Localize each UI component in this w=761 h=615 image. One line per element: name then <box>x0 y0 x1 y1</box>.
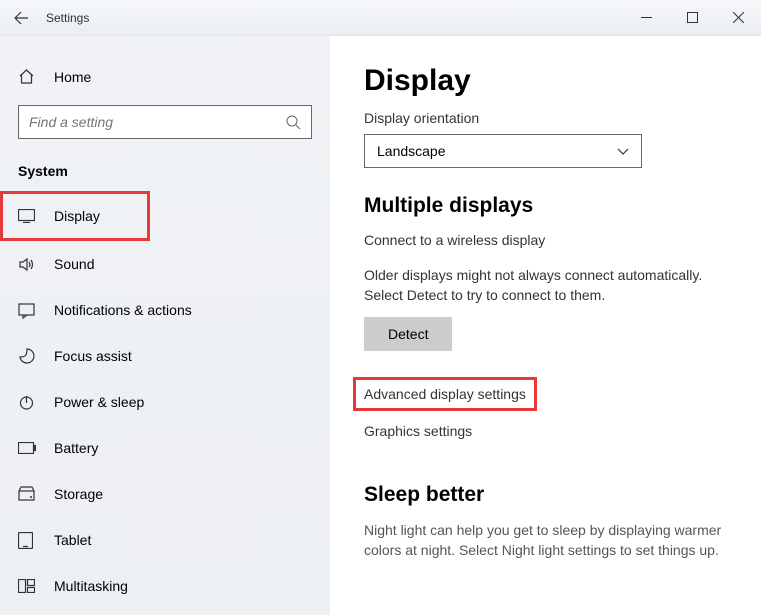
window-controls <box>623 0 761 36</box>
orientation-value: Landscape <box>377 143 446 159</box>
minimize-button[interactable] <box>623 0 669 36</box>
detect-description: Older displays might not always connect … <box>364 266 734 305</box>
power-icon <box>18 394 36 411</box>
battery-icon <box>18 442 36 454</box>
sidebar-item-focus-assist[interactable]: Focus assist <box>0 333 330 379</box>
multiple-displays-title: Multiple displays <box>364 194 737 218</box>
detect-button[interactable]: Detect <box>364 317 452 351</box>
sidebar-item-battery[interactable]: Battery <box>0 425 330 471</box>
back-button[interactable] <box>0 0 42 36</box>
nav-list: Display Sound Notifications & actions Fo… <box>0 191 330 609</box>
sidebar-item-power-sleep[interactable]: Power & sleep <box>0 379 330 425</box>
sidebar-item-label: Power & sleep <box>54 394 144 410</box>
sidebar-item-label: Storage <box>54 486 103 502</box>
sidebar-item-storage[interactable]: Storage <box>0 471 330 517</box>
sidebar-item-label: Notifications & actions <box>54 302 192 318</box>
maximize-button[interactable] <box>669 0 715 36</box>
notifications-icon <box>18 302 36 319</box>
search-field[interactable] <box>29 114 285 130</box>
sidebar-item-tablet[interactable]: Tablet <box>0 517 330 563</box>
sidebar-item-label: Sound <box>54 256 94 272</box>
storage-icon <box>18 486 36 503</box>
back-arrow-icon <box>13 10 29 26</box>
home-label: Home <box>54 69 91 85</box>
sidebar-item-label: Display <box>54 208 100 224</box>
close-icon <box>733 12 744 23</box>
sidebar-item-display[interactable]: Display <box>0 191 150 241</box>
sidebar: Home System Display Sound <box>0 36 330 615</box>
minimize-icon <box>641 12 652 23</box>
sound-icon <box>18 256 36 273</box>
advanced-display-settings-link[interactable]: Advanced display settings <box>353 377 537 411</box>
sidebar-item-sound[interactable]: Sound <box>0 241 330 287</box>
sidebar-item-label: Battery <box>54 440 98 456</box>
sidebar-item-notifications[interactable]: Notifications & actions <box>0 287 330 333</box>
tablet-icon <box>18 532 36 549</box>
page-title: Display <box>364 64 737 98</box>
orientation-select[interactable]: Landscape <box>364 134 642 168</box>
titlebar: Settings <box>0 0 761 36</box>
display-icon <box>18 209 36 223</box>
maximize-icon <box>687 12 698 23</box>
sidebar-item-multitasking[interactable]: Multitasking <box>0 563 330 609</box>
sidebar-item-label: Multitasking <box>54 578 128 594</box>
chevron-down-icon <box>617 148 629 155</box>
search-input[interactable] <box>18 105 312 139</box>
search-icon <box>285 114 301 130</box>
sleep-better-description: Night light can help you get to sleep by… <box>364 521 734 560</box>
focus-assist-icon <box>18 348 36 365</box>
graphics-settings-link[interactable]: Graphics settings <box>364 423 472 439</box>
home-icon <box>18 68 36 85</box>
close-button[interactable] <box>715 0 761 36</box>
sidebar-item-label: Focus assist <box>54 348 132 364</box>
wireless-display-link[interactable]: Connect to a wireless display <box>364 232 545 248</box>
home-nav[interactable]: Home <box>0 58 330 95</box>
sleep-better-title: Sleep better <box>364 483 737 507</box>
multitasking-icon <box>18 579 36 593</box>
main-panel: Display Display orientation Landscape Mu… <box>330 36 761 615</box>
sidebar-item-label: Tablet <box>54 532 91 548</box>
window-title: Settings <box>46 11 89 25</box>
category-title: System <box>0 149 330 191</box>
orientation-label: Display orientation <box>364 110 737 126</box>
